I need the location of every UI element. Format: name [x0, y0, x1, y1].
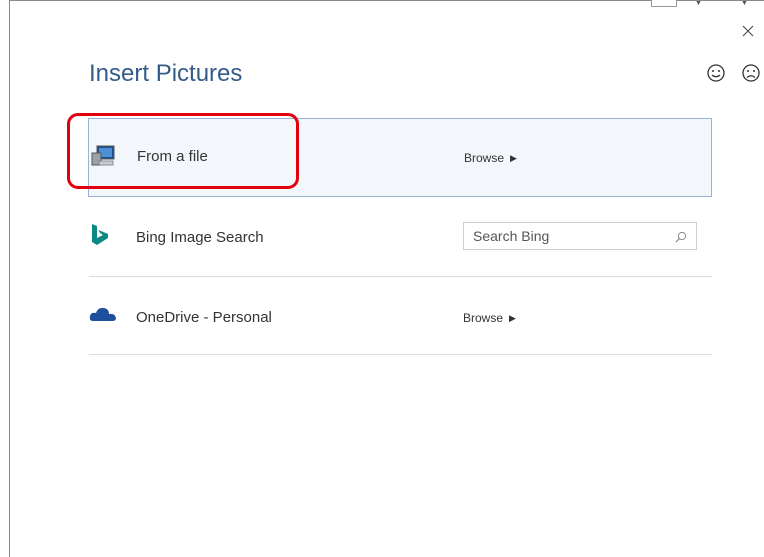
caret-right-icon: ▶	[509, 313, 516, 323]
search-icon[interactable]	[675, 230, 687, 243]
close-icon[interactable]	[739, 20, 757, 42]
source-row-onedrive[interactable]: OneDrive - Personal Browse ▶	[89, 276, 712, 355]
source-row-from-file[interactable]: From a file Browse ▶	[88, 118, 712, 197]
bing-search-box[interactable]	[463, 222, 697, 250]
dropdown-arrow-icon[interactable]: ▼	[741, 0, 748, 8]
smile-icon[interactable]	[706, 63, 726, 83]
computer-icon	[91, 143, 117, 169]
dialog-title: Insert Pictures	[89, 60, 243, 87]
browse-label: Browse	[464, 151, 505, 165]
window-control-box[interactable]	[651, 0, 677, 7]
source-label-onedrive: OneDrive - Personal	[136, 309, 272, 326]
browse-link-from-file[interactable]: Browse ▶	[464, 151, 517, 165]
browse-label: Browse	[463, 311, 504, 325]
browse-link-onedrive[interactable]: Browse ▶	[463, 311, 516, 325]
source-label-bing: Bing Image Search	[136, 229, 264, 246]
bing-search-input[interactable]	[473, 227, 663, 245]
onedrive-cloud-icon	[89, 304, 116, 330]
source-label-from-file: From a file	[137, 148, 208, 165]
window-left-border	[9, 0, 10, 557]
frown-icon[interactable]	[741, 63, 761, 83]
dropdown-arrow-icon[interactable]: ▼	[695, 0, 702, 8]
source-row-bing[interactable]: Bing Image Search	[89, 198, 712, 277]
bing-icon	[90, 223, 116, 249]
window-controls: ▼ ▼	[651, 0, 764, 8]
caret-right-icon: ▶	[510, 153, 517, 163]
